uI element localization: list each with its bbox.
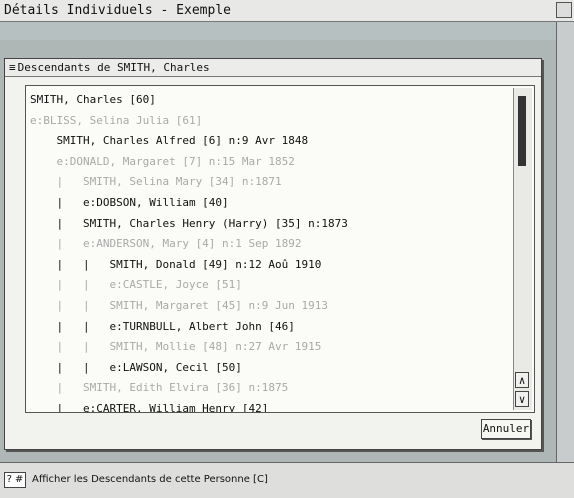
- vertical-scrollbar[interactable]: ∧ ∨: [513, 88, 532, 410]
- list-item[interactable]: | SMITH, Selina Mary [34] n:1871: [30, 172, 510, 193]
- descendants-dialog: ≡ Descendants de SMITH, Charles SMITH, Ch…: [4, 58, 542, 450]
- list-item[interactable]: | | SMITH, Mollie [48] n:27 Avr 1915: [30, 337, 510, 358]
- scroll-up-button[interactable]: ∧: [515, 372, 529, 388]
- background-right-panel: [556, 22, 574, 462]
- background-tab-strip: [0, 22, 574, 40]
- list-item[interactable]: | | SMITH, Donald [49] n:12 Aoû 1910: [30, 255, 510, 276]
- list-item[interactable]: | e:DOBSON, William [40]: [30, 193, 510, 214]
- list-item[interactable]: | | e:TURNBULL, Albert John [46]: [30, 317, 510, 338]
- list-item[interactable]: | | e:LAWSON, Cecil [50]: [30, 358, 510, 379]
- scrollbar-thumb[interactable]: [518, 96, 526, 166]
- window-close-button[interactable]: [556, 2, 572, 18]
- window-title: Détails Individuels - Exemple: [4, 3, 231, 18]
- list-item[interactable]: e:DONALD, Margaret [7] n:15 Mar 1852: [30, 152, 510, 173]
- help-button[interactable]: ? #: [4, 472, 26, 488]
- window-title-bar: Détails Individuels - Exemple: [0, 0, 574, 22]
- list-item[interactable]: e:BLISS, Selina Julia [61]: [30, 111, 510, 132]
- list-item[interactable]: SMITH, Charles [60]: [30, 90, 510, 111]
- list-item[interactable]: | | e:CASTLE, Joyce [51]: [30, 275, 510, 296]
- list-item[interactable]: | e:ANDERSON, Mary [4] n:1 Sep 1892: [30, 234, 510, 255]
- scroll-down-button[interactable]: ∨: [515, 391, 529, 407]
- list-item[interactable]: | SMITH, Edith Elvira [36] n:1875: [30, 378, 510, 399]
- list-item[interactable]: SMITH, Charles Alfred [6] n:9 Avr 1848: [30, 131, 510, 152]
- list-item[interactable]: | SMITH, Charles Henry (Harry) [35] n:18…: [30, 214, 510, 235]
- cancel-button[interactable]: Annuler: [481, 419, 531, 439]
- descendants-list-rows: SMITH, Charles [60] e:BLISS, Selina Julia…: [30, 90, 510, 412]
- list-item[interactable]: | | SMITH, Margaret [45] n:9 Jun 1913: [30, 296, 510, 317]
- descendants-list[interactable]: SMITH, Charles [60] e:BLISS, Selina Julia…: [25, 85, 535, 413]
- status-text: Afficher les Descendants de cette Person…: [32, 474, 268, 485]
- dialog-title: Descendants de SMITH, Charles: [17, 61, 210, 74]
- menu-icon[interactable]: ≡: [9, 61, 16, 74]
- list-item[interactable]: | e:CARTER, William Henry [42]: [30, 399, 510, 412]
- dialog-title-bar[interactable]: ≡ Descendants de SMITH, Charles: [5, 59, 541, 77]
- status-bar: ? # Afficher les Descendants de cette Pe…: [0, 462, 574, 498]
